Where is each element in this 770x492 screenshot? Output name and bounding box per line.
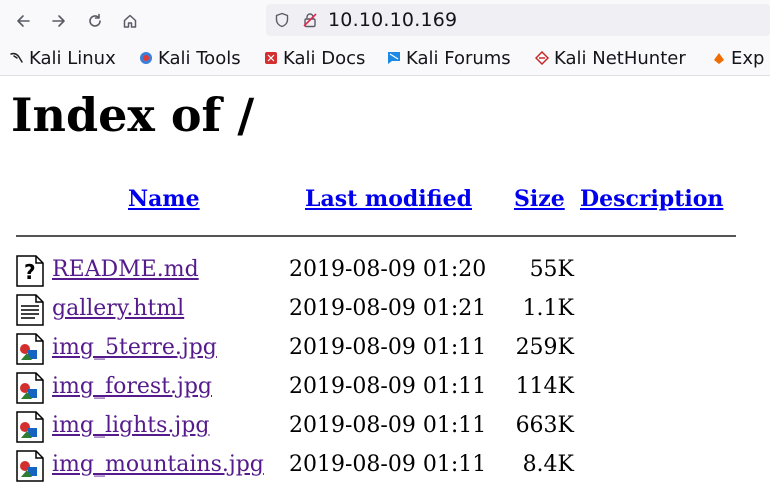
bookmark-kali-forums[interactable]: Kali Forums [387, 46, 511, 70]
bookmark-kali-docs[interactable]: Kali Docs [264, 46, 365, 70]
arrow-right-icon [52, 15, 65, 27]
file-link[interactable]: img_5terre.jpg [52, 335, 217, 360]
table-row: img_5terre.jpg 2019-08-09 01:11 259K [0, 333, 770, 371]
bookmark-label: Kali Linux [29, 47, 116, 69]
column-header-last-modified[interactable]: Last modified [305, 186, 472, 212]
file-link[interactable]: gallery.html [52, 296, 184, 321]
file-date: 2019-08-09 01:11 [289, 335, 487, 360]
file-date: 2019-08-09 01:21 [289, 296, 487, 321]
home-button[interactable] [117, 8, 143, 34]
kali-tools-icon [140, 52, 152, 64]
exploit-db-icon [714, 53, 724, 64]
insecure-lock-icon[interactable] [302, 12, 318, 28]
file-date: 2019-08-09 01:11 [289, 413, 487, 438]
image-file-icon [16, 372, 44, 404]
table-row: img_lights.jpg 2019-08-09 01:11 663K [0, 411, 770, 449]
file-size: 55K [529, 257, 574, 282]
file-date: 2019-08-09 01:11 [289, 374, 487, 399]
column-header-name[interactable]: Name [128, 186, 200, 212]
shield-icon[interactable] [274, 12, 290, 28]
bookmark-kali-nethunter[interactable]: Kali NetHunter [535, 46, 686, 70]
bookmark-kali-tools[interactable]: Kali Tools [139, 46, 241, 70]
bookmark-label: Kali NetHunter [554, 47, 686, 69]
reload-button[interactable] [82, 8, 108, 34]
file-date: 2019-08-09 01:20 [289, 257, 487, 282]
image-file-icon [16, 450, 44, 482]
text-file-icon [16, 294, 44, 326]
table-row: gallery.html 2019-08-09 01:21 1.1K [0, 294, 770, 332]
kali-docs-icon [265, 52, 277, 64]
file-link[interactable]: img_forest.jpg [52, 374, 212, 399]
forward-button[interactable] [46, 8, 72, 34]
table-row: img_forest.jpg 2019-08-09 01:11 114K [0, 372, 770, 410]
home-icon [123, 14, 137, 28]
url-text[interactable]: 10.10.10.169 [328, 9, 457, 31]
column-header-description[interactable]: Description [580, 186, 723, 212]
column-header-size[interactable]: Size [514, 186, 565, 212]
bookmark-label: Kali Forums [406, 47, 511, 69]
arrow-left-icon [17, 15, 30, 27]
divider [16, 235, 736, 237]
bookmark-label: Exp [731, 47, 765, 69]
kali-nethunter-icon [535, 51, 549, 65]
image-file-icon [16, 411, 44, 443]
bookmark-label: Kali Docs [283, 47, 366, 69]
page-title: Index of / [11, 88, 255, 142]
unknown-file-icon: ? [16, 255, 44, 287]
bookmarks-bar: Kali Linux Kali Tools Kali Docs Kali For… [0, 42, 770, 76]
kali-forums-icon [388, 52, 400, 64]
bookmark-label: Kali Tools [158, 47, 241, 69]
file-size: 259K [515, 335, 574, 360]
bookmark-exploit-db[interactable]: Exp [712, 46, 764, 70]
file-size: 1.1K [522, 296, 574, 321]
reload-icon [89, 13, 101, 27]
svg-text:?: ? [24, 260, 36, 284]
table-row: img_mountains.jpg 2019-08-09 01:11 8.4K [0, 450, 770, 488]
file-size: 663K [515, 413, 574, 438]
table-row: ? README.md 2019-08-09 01:20 55K [0, 255, 770, 293]
file-date: 2019-08-09 01:11 [289, 452, 487, 477]
file-size: 114K [515, 374, 574, 399]
url-bar[interactable]: 10.10.10.169 [266, 4, 770, 36]
file-link[interactable]: README.md [52, 257, 199, 282]
image-file-icon [16, 333, 44, 365]
back-button[interactable] [10, 8, 36, 34]
file-size: 8.4K [522, 452, 574, 477]
browser-toolbar: 10.10.10.169 [0, 0, 770, 42]
bookmark-kali-linux[interactable]: Kali Linux [10, 46, 116, 70]
kali-dragon-icon [10, 52, 23, 63]
file-link[interactable]: img_lights.jpg [52, 413, 209, 438]
file-link[interactable]: img_mountains.jpg [52, 452, 264, 477]
